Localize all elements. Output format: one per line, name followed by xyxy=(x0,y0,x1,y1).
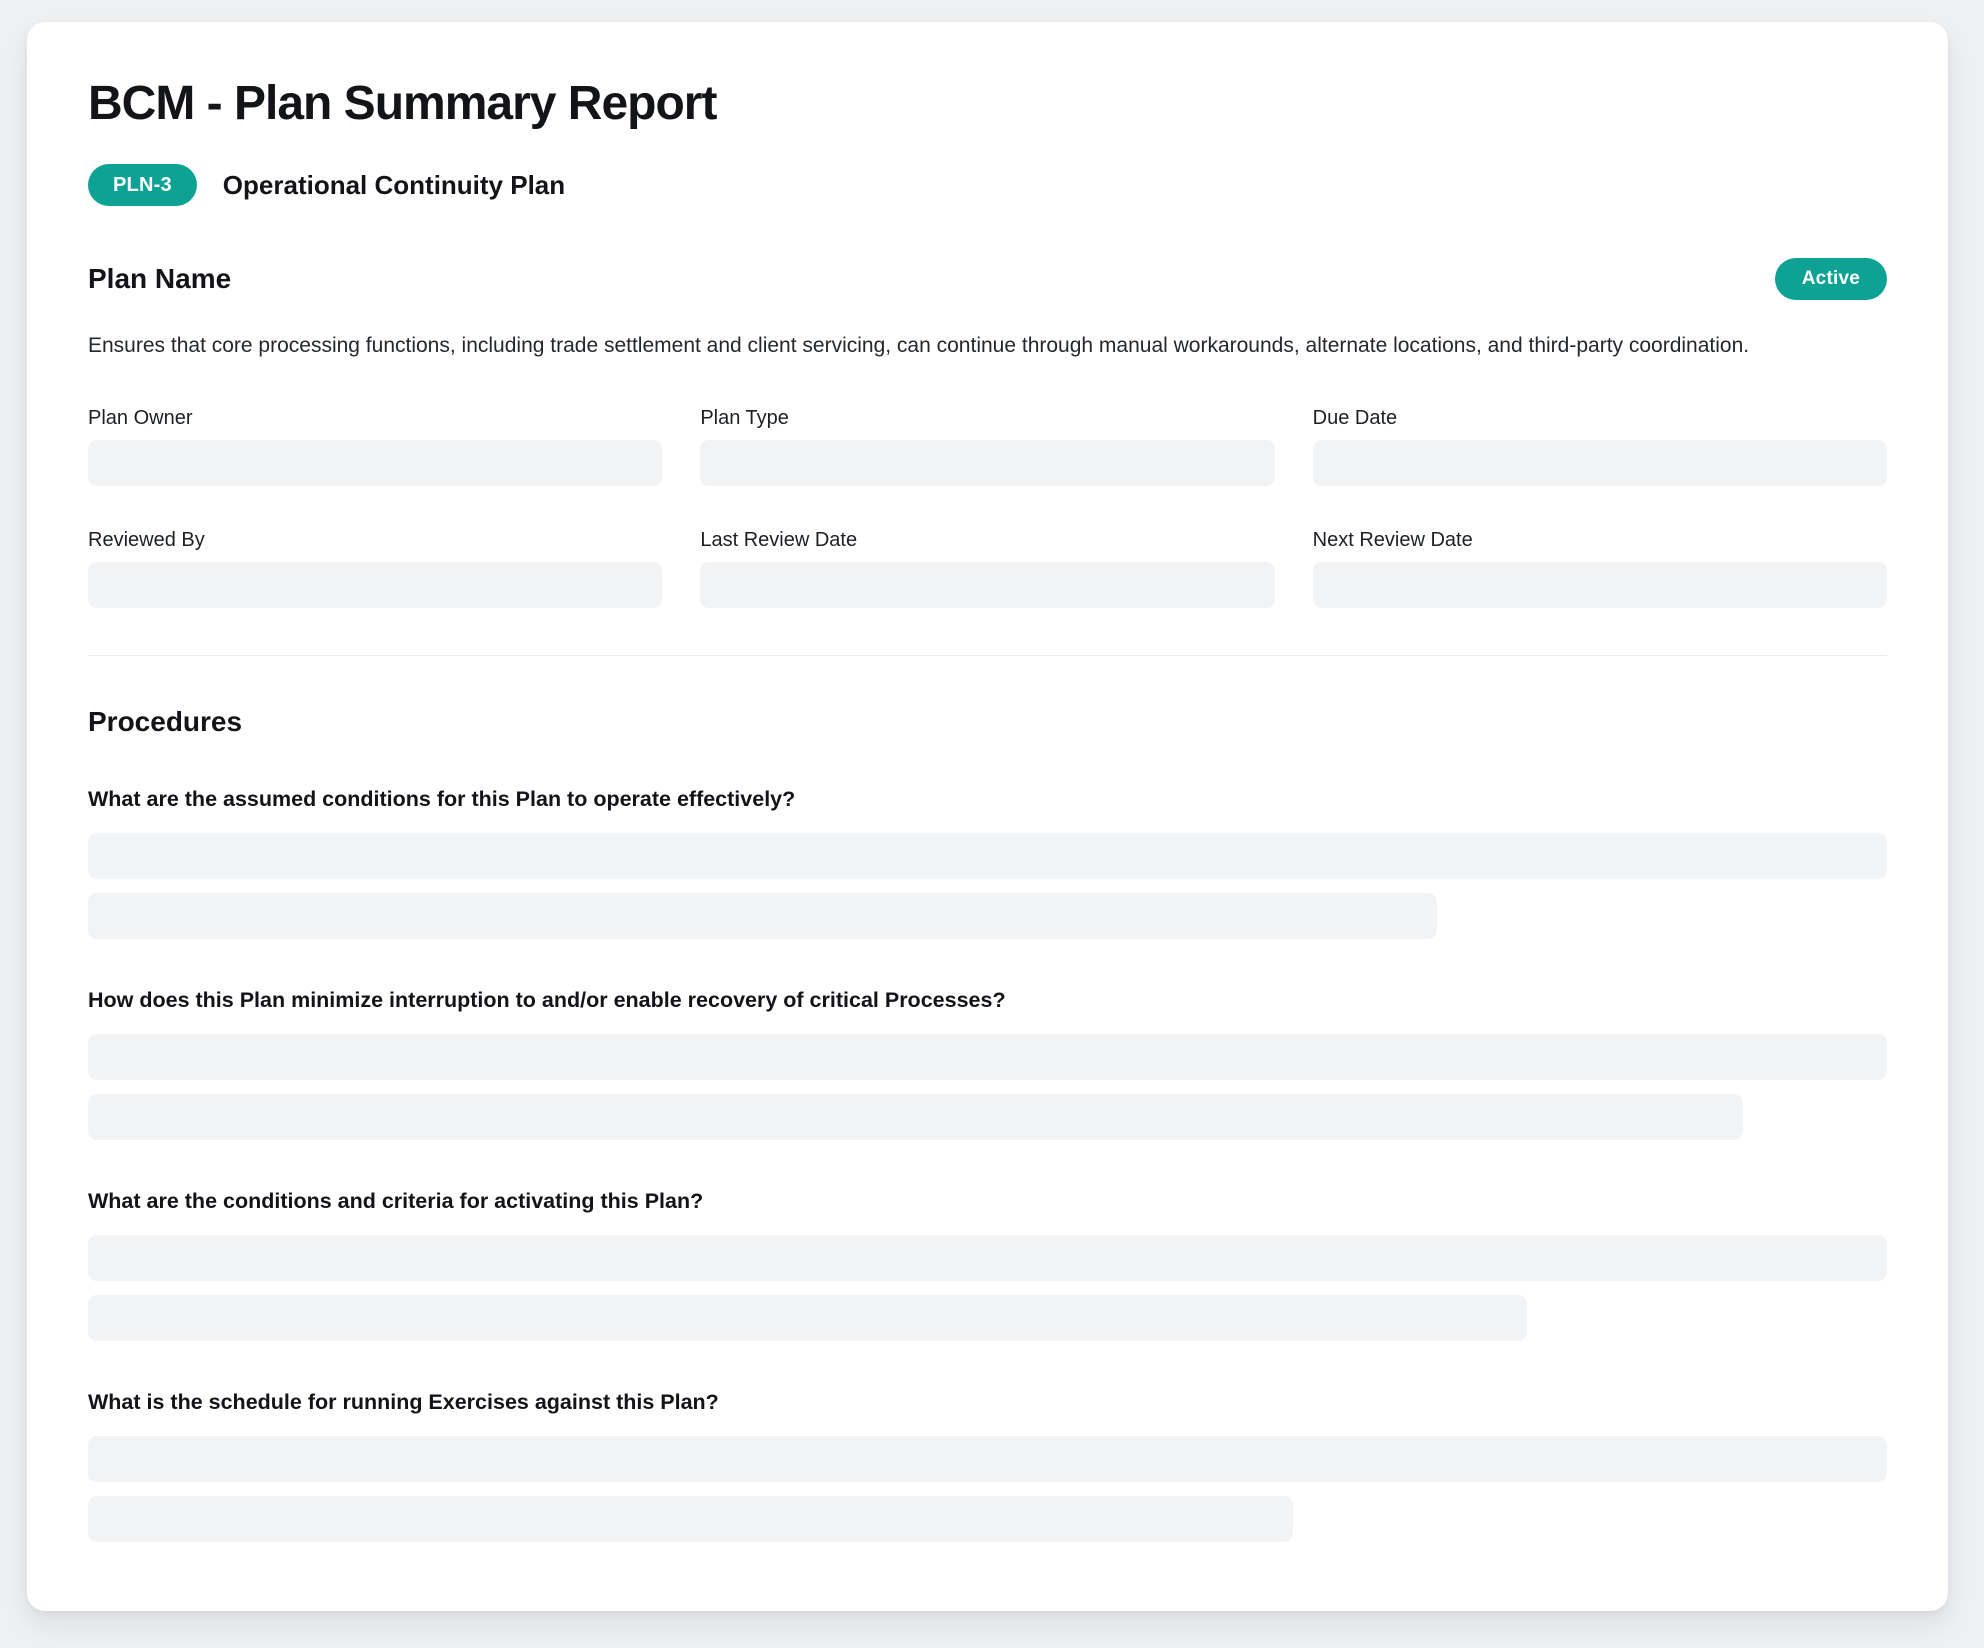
status-badge: Active xyxy=(1775,258,1887,300)
answer-placeholder-line xyxy=(88,1436,1887,1482)
plan-header-row: PLN-3 Operational Continuity Plan xyxy=(88,164,1887,206)
field-label: Next Review Date xyxy=(1313,528,1887,552)
field-label: Reviewed By xyxy=(88,528,662,552)
field-label: Due Date xyxy=(1313,406,1887,430)
field-last-review-date: Last Review Date xyxy=(700,528,1274,608)
plan-description: Ensures that core processing functions, … xyxy=(88,326,1887,366)
plan-name-header-row: Plan Name Active xyxy=(88,258,1887,300)
question-label: What are the assumed conditions for this… xyxy=(88,785,1887,813)
field-reviewed-by: Reviewed By xyxy=(88,528,662,608)
section-title-procedures: Procedures xyxy=(88,706,1887,738)
answer-placeholder-line xyxy=(88,1094,1743,1140)
plan-fields-grid: Plan Owner Plan Type Due Date Reviewed B… xyxy=(88,406,1887,608)
answer-placeholder-line xyxy=(88,1295,1527,1341)
plan-title: Operational Continuity Plan xyxy=(223,170,565,201)
answer-placeholder-line xyxy=(88,1496,1293,1542)
answer-placeholder-line xyxy=(88,833,1887,879)
section-title-plan-name: Plan Name xyxy=(88,263,231,295)
plan-summary-card: BCM - Plan Summary Report PLN-3 Operatio… xyxy=(27,22,1948,1611)
field-plan-type: Plan Type xyxy=(700,406,1274,486)
field-value-placeholder xyxy=(88,562,662,608)
answer-placeholder-line xyxy=(88,1235,1887,1281)
field-due-date: Due Date xyxy=(1313,406,1887,486)
field-label: Last Review Date xyxy=(700,528,1274,552)
procedure-question-2: How does this Plan minimize interruption… xyxy=(88,986,1887,1140)
question-label: What are the conditions and criteria for… xyxy=(88,1187,1887,1215)
question-label: What is the schedule for running Exercis… xyxy=(88,1388,1887,1416)
answer-placeholder-line xyxy=(88,1034,1887,1080)
field-value-placeholder xyxy=(700,440,1274,486)
plan-id-badge: PLN-3 xyxy=(88,164,197,206)
answer-placeholder-line xyxy=(88,893,1437,939)
field-next-review-date: Next Review Date xyxy=(1313,528,1887,608)
field-plan-owner: Plan Owner xyxy=(88,406,662,486)
question-label: How does this Plan minimize interruption… xyxy=(88,986,1887,1014)
field-label: Plan Owner xyxy=(88,406,662,430)
field-value-placeholder xyxy=(1313,440,1887,486)
field-value-placeholder xyxy=(1313,562,1887,608)
procedure-question-1: What are the assumed conditions for this… xyxy=(88,785,1887,939)
page-title: BCM - Plan Summary Report xyxy=(88,80,1887,128)
field-label: Plan Type xyxy=(700,406,1274,430)
field-value-placeholder xyxy=(700,562,1274,608)
procedure-question-4: What is the schedule for running Exercis… xyxy=(88,1388,1887,1542)
procedure-question-3: What are the conditions and criteria for… xyxy=(88,1187,1887,1341)
field-value-placeholder xyxy=(88,440,662,486)
section-divider xyxy=(88,655,1887,656)
